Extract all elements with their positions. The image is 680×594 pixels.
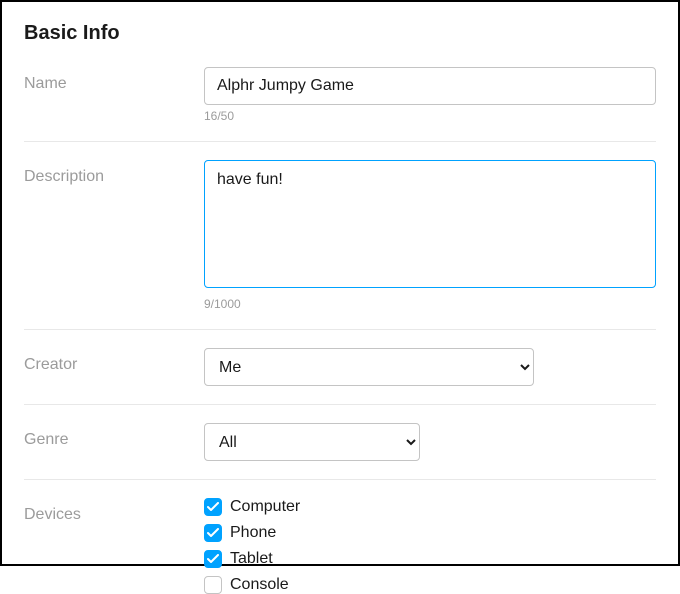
devices-list: Computer Phone Tablet <box>204 498 656 594</box>
creator-select[interactable]: Me <box>204 348 534 386</box>
device-label-computer: Computer <box>230 498 300 516</box>
device-label-tablet: Tablet <box>230 550 273 568</box>
device-item-console: Console <box>204 576 656 594</box>
device-checkbox-computer[interactable] <box>204 498 222 516</box>
check-icon <box>207 502 219 512</box>
description-label: Description <box>24 160 204 186</box>
device-checkbox-tablet[interactable] <box>204 550 222 568</box>
check-icon <box>207 554 219 564</box>
device-checkbox-console[interactable] <box>204 576 222 594</box>
section-title: Basic Info <box>24 22 656 45</box>
creator-row: Creator Me <box>24 348 656 405</box>
devices-label: Devices <box>24 498 204 524</box>
description-row: Description have fun! 9/1000 <box>24 160 656 330</box>
genre-label: Genre <box>24 423 204 449</box>
devices-row: Devices Computer Phone <box>24 498 656 594</box>
device-label-phone: Phone <box>230 524 276 542</box>
genre-row: Genre All <box>24 423 656 480</box>
description-input[interactable]: have fun! <box>204 160 656 288</box>
device-item-computer: Computer <box>204 498 656 516</box>
name-row: Name 16/50 <box>24 67 656 142</box>
description-counter: 9/1000 <box>204 297 656 311</box>
device-item-tablet: Tablet <box>204 550 656 568</box>
name-counter: 16/50 <box>204 109 656 123</box>
check-icon <box>207 528 219 538</box>
creator-label: Creator <box>24 348 204 374</box>
name-label: Name <box>24 67 204 93</box>
device-item-phone: Phone <box>204 524 656 542</box>
device-checkbox-phone[interactable] <box>204 524 222 542</box>
genre-select[interactable]: All <box>204 423 420 461</box>
name-input[interactable] <box>204 67 656 105</box>
device-label-console: Console <box>230 576 289 594</box>
